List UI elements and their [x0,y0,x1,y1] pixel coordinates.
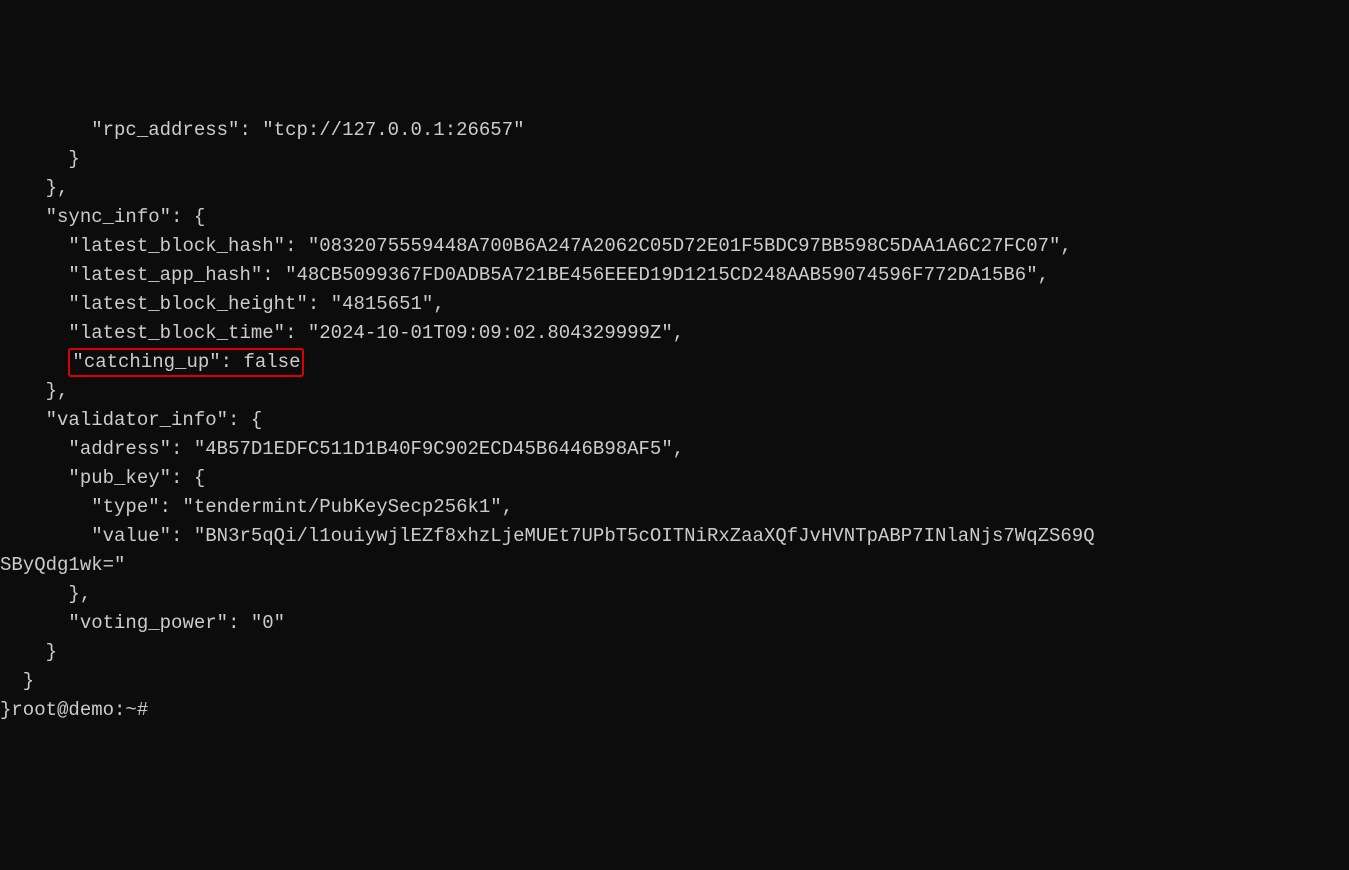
json-value: false [243,351,300,373]
json-value: "BN3r5qQi/l1ouiywjlEZf8xhzLjeMUEt7UPbT5c… [194,525,1095,547]
json-value: "tcp://127.0.0.1:26657" [262,119,524,141]
shell-prompt: root@demo:~# [11,699,148,721]
json-key: "type" [91,496,159,518]
json-value: "4815651" [331,293,434,315]
json-key: "latest_block_height" [68,293,307,315]
json-key: "rpc_address" [91,119,239,141]
json-value: "0832075559448A700B6A247A2062C05D72E01F5… [308,235,1061,257]
json-key: "latest_app_hash" [68,264,262,286]
json-key: "pub_key" [68,467,171,489]
json-key: "latest_block_hash" [68,235,285,257]
json-key: "catching_up" [72,351,220,373]
json-key: "sync_info" [46,206,171,228]
json-value: "tendermint/PubKeySecp256k1" [182,496,501,518]
highlighted-catching-up: "catching_up": false [68,348,304,377]
json-value-wrap: SByQdg1wk=" [0,554,125,576]
terminal-output[interactable]: "rpc_address": "tcp://127.0.0.1:26657" }… [0,116,1349,725]
json-value: "48CB5099367FD0ADB5A721BE456EEED19D1215C… [285,264,1038,286]
json-key: "latest_block_time" [68,322,285,344]
json-key: "value" [91,525,171,547]
json-key: "address" [68,438,171,460]
json-key: "validator_info" [46,409,228,431]
json-value: "2024-10-01T09:09:02.804329999Z" [308,322,673,344]
json-value: "4B57D1EDFC511D1B40F9C902ECD45B6446B98AF… [194,438,673,460]
